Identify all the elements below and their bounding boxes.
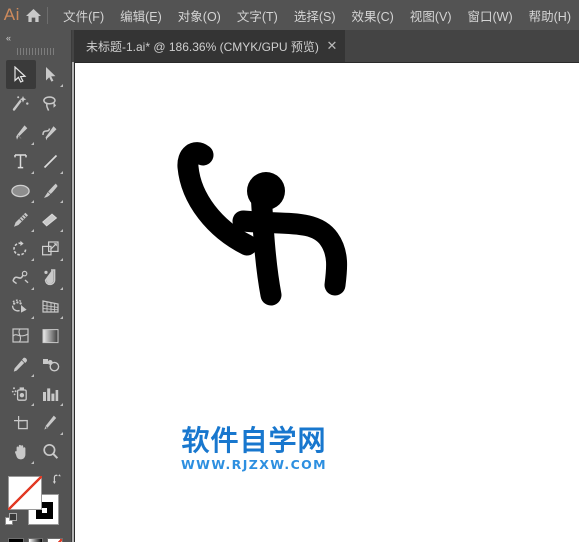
menu-item-object[interactable]: 对象(O) xyxy=(170,2,229,29)
tools-panel: « xyxy=(0,30,72,542)
menu-item-window[interactable]: 窗口(W) xyxy=(460,2,521,29)
lasso-tool[interactable] xyxy=(36,89,66,118)
color-mode-swatches xyxy=(0,534,71,542)
home-icon[interactable] xyxy=(24,0,44,30)
document-tab-title: 未标题-1.ai* @ 186.36% (CMYK/GPU 预览) xyxy=(86,39,319,54)
line-segment-tool[interactable] xyxy=(36,147,66,176)
ai-logo-icon: Ai xyxy=(3,5,20,24)
column-graph-tool[interactable] xyxy=(36,379,66,408)
tool-flyout-indicator xyxy=(30,229,34,232)
tool-flyout-indicator xyxy=(60,432,63,435)
tool-flyout-indicator xyxy=(30,403,34,406)
width-warp-tool[interactable] xyxy=(6,263,36,292)
panel-grip[interactable] xyxy=(0,45,71,58)
gradient-tool[interactable] xyxy=(36,321,66,350)
tool-flyout-indicator xyxy=(30,374,34,377)
menu-bar: Ai 文件(F) 编辑(E) 对象(O) 文字(T) 选择(S) 效果(C) 视… xyxy=(0,0,579,30)
grip-dots-icon xyxy=(16,48,55,55)
illustrator-window: Ai 文件(F) 编辑(E) 对象(O) 文字(T) 选择(S) 效果(C) 视… xyxy=(0,0,579,542)
menu-item-view[interactable]: 视图(V) xyxy=(402,2,460,29)
collapse-panel-icon[interactable]: « xyxy=(0,30,71,45)
artboard[interactable]: 软件自学网 WWW.RJZXW.COM xyxy=(74,62,579,542)
menu-item-edit[interactable]: 编辑(E) xyxy=(112,2,170,29)
tool-flyout-indicator xyxy=(60,84,63,87)
tool-flyout-indicator xyxy=(60,316,63,319)
blend-tool[interactable] xyxy=(36,350,66,379)
color-swatch[interactable] xyxy=(8,538,24,542)
menu-item-effect[interactable]: 效果(C) xyxy=(343,2,401,29)
document-tab[interactable]: 未标题-1.ai* @ 186.36% (CMYK/GPU 预览) ✕ xyxy=(74,30,345,62)
slice-tool[interactable] xyxy=(36,408,66,437)
free-transform-tool[interactable] xyxy=(36,263,66,292)
tool-flyout-indicator xyxy=(60,287,63,290)
pen-tool[interactable] xyxy=(6,118,36,147)
tool-flyout-indicator xyxy=(30,200,34,203)
fill-stroke-control xyxy=(0,472,71,534)
zoom-tool[interactable] xyxy=(36,437,66,466)
default-fill-stroke-icon[interactable] xyxy=(5,513,19,527)
artboard-tool[interactable] xyxy=(6,408,36,437)
swap-fill-stroke-icon[interactable] xyxy=(52,473,64,485)
tool-flyout-indicator xyxy=(60,200,63,203)
menu-item-list: 文件(F) 编辑(E) 对象(O) 文字(T) 选择(S) 效果(C) 视图(V… xyxy=(55,2,579,29)
gradient-swatch[interactable] xyxy=(27,538,44,542)
menu-item-type[interactable]: 文字(T) xyxy=(229,2,286,29)
ellipse-tool[interactable] xyxy=(6,176,36,205)
scale-tool[interactable] xyxy=(36,234,66,263)
tool-flyout-indicator xyxy=(30,316,34,319)
tool-flyout-indicator xyxy=(60,258,63,261)
none-slash-icon xyxy=(8,476,42,510)
magic-wand-tool[interactable] xyxy=(6,89,36,118)
tool-flyout-indicator xyxy=(30,258,34,261)
tool-flyout-indicator xyxy=(30,461,34,464)
direct-selection-tool[interactable] xyxy=(36,60,66,89)
eyedropper-tool[interactable] xyxy=(6,350,36,379)
menu-separator xyxy=(47,6,49,24)
rotate-tool[interactable] xyxy=(6,234,36,263)
shape-builder-tool[interactable] xyxy=(6,292,36,321)
mesh-tool[interactable] xyxy=(6,321,36,350)
watermark-url: WWW.RJZXW.COM xyxy=(180,457,328,473)
shaper-pencil-tool[interactable] xyxy=(6,205,36,234)
perspective-grid-tool[interactable] xyxy=(36,292,66,321)
tool-flyout-indicator xyxy=(30,287,34,290)
document-tab-bar: 未标题-1.ai* @ 186.36% (CMYK/GPU 预览) ✕ xyxy=(72,30,579,62)
tool-flyout-indicator xyxy=(60,403,63,406)
none-swatch[interactable] xyxy=(47,538,64,542)
paintbrush-tool[interactable] xyxy=(36,176,66,205)
watermark: 软件自学网 WWW.RJZXW.COM xyxy=(179,424,329,473)
tool-flyout-indicator xyxy=(60,171,63,174)
menu-item-help[interactable]: 帮助(H) xyxy=(521,2,579,29)
document-canvas[interactable]: 软件自学网 WWW.RJZXW.COM xyxy=(72,62,579,542)
tool-grid xyxy=(0,58,71,466)
type-tool[interactable] xyxy=(6,147,36,176)
selection-tool[interactable] xyxy=(6,60,36,89)
eraser-tool[interactable] xyxy=(36,205,66,234)
menu-item-select[interactable]: 选择(S) xyxy=(286,2,344,29)
tool-flyout-indicator xyxy=(30,171,34,174)
curvature-tool[interactable] xyxy=(36,118,66,147)
symbol-sprayer-tool[interactable] xyxy=(6,379,36,408)
menu-item-file[interactable]: 文件(F) xyxy=(55,2,112,29)
close-icon[interactable]: ✕ xyxy=(319,30,345,62)
fill-swatch[interactable] xyxy=(8,476,42,510)
tool-flyout-indicator xyxy=(30,142,34,145)
tool-flyout-indicator xyxy=(60,229,63,232)
hand-tool[interactable] xyxy=(6,437,36,466)
watermark-site-name: 软件自学网 xyxy=(181,424,327,457)
